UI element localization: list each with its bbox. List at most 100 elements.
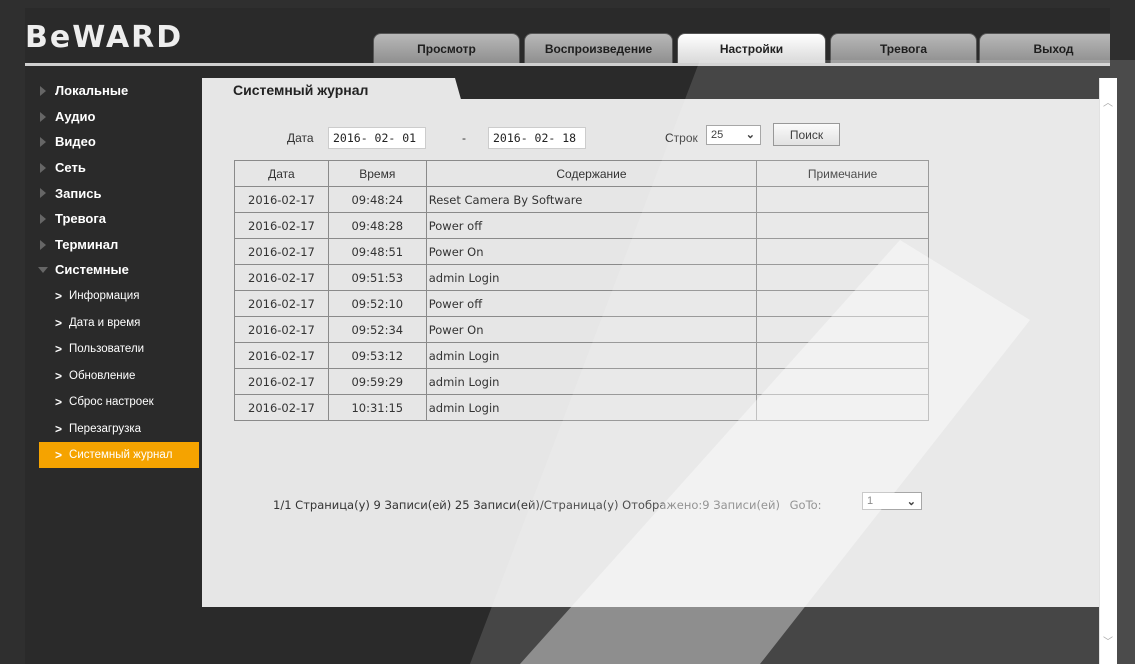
cell-content: admin Login [425,264,758,291]
page-title: Системный журнал [233,82,369,98]
nav-divider [25,63,1110,66]
cell-note [756,394,929,421]
cell-content: admin Login [425,342,758,369]
cell-content: Power off [425,212,758,239]
pagination: 1/1 Страница(у) 9 Записи(ей) 25 Записи(е… [273,498,822,512]
cell-time: 09:53:12 [327,342,427,369]
chevron-down-icon: ⌄ [745,129,755,141]
sidebar-subitem-users[interactable]: > Пользователи [37,336,199,363]
sidebar-item-record[interactable]: Запись [37,180,199,206]
cell-date: 2016-02-17 [234,186,329,213]
sidebar-subitem-label: Сброс настроек [69,396,154,408]
cell-time: 09:52:34 [327,316,427,343]
triangle-right-icon [40,137,46,148]
cell-date: 2016-02-17 [234,316,329,343]
cell-content: admin Login [425,368,758,395]
rows-label: Строк [665,131,698,145]
chevron-right-icon: > [55,289,63,303]
cell-time: 09:59:29 [327,368,427,395]
goto-select[interactable]: 1 ⌄ [862,492,922,510]
cell-time: 09:48:28 [327,212,427,239]
rows-select[interactable]: 25 ⌄ [706,125,761,145]
search-button[interactable]: Поиск [773,123,840,146]
triangle-right-icon [40,86,46,96]
cell-note [756,316,929,343]
cell-time: 09:52:10 [327,290,427,317]
rows-select-value: 25 [711,129,724,141]
date-separator: - [462,131,466,145]
tab-playback[interactable]: Воспроизведение [524,33,673,63]
sidebar-subitem-syslog[interactable]: > Системный журнал [39,441,199,469]
table-row: 2016-02-17 09:48:24 Reset Camera By Softwa… [234,186,929,213]
sidebar-subitem-reset[interactable]: > Сброс настроек [37,389,199,416]
cell-content: admin Login [425,394,758,421]
sidebar-item-label: Терминал [55,236,119,252]
cell-content: Power On [425,316,758,343]
column-header-note: Примечание [756,160,929,187]
cell-note [756,264,929,291]
chevron-right-icon: > [55,448,63,462]
sidebar-item-local[interactable]: Локальные [37,78,199,104]
tab-settings[interactable]: Настройки [677,33,826,63]
sidebar-subitem-update[interactable]: > Обновление [37,362,199,389]
cell-time: 09:48:24 [327,186,427,213]
sidebar-item-alarm[interactable]: Тревога [37,206,199,232]
date-label: Дата [287,131,314,145]
table-row: 2016-02-17 09:59:29 admin Login [234,368,929,395]
cell-time: 09:51:53 [327,264,427,291]
cell-time: 09:48:51 [327,238,427,265]
sidebar-item-terminal[interactable]: Терминал [37,232,199,258]
sidebar-subitem-label: Информация [69,290,140,302]
table-row: 2016-02-17 10:31:15 admin Login [234,394,929,421]
sidebar-item-network[interactable]: Сеть [37,155,199,181]
cell-content: Reset Camera By Software [425,186,758,213]
sidebar-item-label: Сеть [55,160,86,176]
sidebar-item-label: Видео [55,134,96,150]
cell-date: 2016-02-17 [234,342,329,369]
cell-note [756,368,929,395]
sidebar-subitem-label: Обновление [69,369,136,382]
tab-view[interactable]: Просмотр [373,33,520,63]
column-header-content: Содержание [425,160,758,187]
pagination-summary: 1/1 Страница(у) 9 Записи(ей) 25 Записи(е… [273,498,780,512]
sidebar-item-label: Аудио [55,108,96,124]
column-header-time: Время [327,160,427,187]
chevron-up-icon[interactable]: ︿ [1103,94,1113,109]
tab-alarm[interactable]: Тревога [830,33,977,63]
sidebar-subitem-label: Дата и время [69,316,141,329]
cell-date: 2016-02-17 [234,290,329,317]
sidebar-item-video[interactable]: Видео [37,129,199,155]
cell-time: 10:31:15 [327,394,427,421]
cell-note [756,238,929,265]
cell-note [756,290,929,317]
table-row: 2016-02-17 09:48:28 Power off [234,212,929,239]
table-row: 2016-02-17 09:53:12 admin Login [234,342,929,369]
chevron-down-icon[interactable]: ﹀ [1103,633,1113,648]
chevron-right-icon: > [55,342,63,356]
sidebar-item-system[interactable]: Системные [37,257,199,283]
sidebar: Локальные Аудио Видео Сеть Запись Тревог… [37,78,199,469]
cell-content: Power On [425,238,758,265]
sidebar-subitem-reboot[interactable]: > Перезагрузка [37,415,199,442]
vertical-scrollbar[interactable]: ︿ ﹀ [1099,78,1117,664]
triangle-right-icon [40,111,46,122]
cell-date: 2016-02-17 [234,238,329,265]
sidebar-item-label: Запись [55,185,102,201]
chevron-right-icon: > [55,368,63,383]
sidebar-subitem-datetime[interactable]: > Дата и время [37,309,199,336]
chevron-right-icon: > [55,421,63,436]
sidebar-subitem-info[interactable]: > Информация [37,283,199,310]
table-row: 2016-02-17 09:52:10 Power off [234,290,929,317]
tab-exit[interactable]: Выход [979,33,1110,63]
sidebar-item-label: Системные [55,262,129,278]
chevron-right-icon: > [55,315,63,330]
cell-date: 2016-02-17 [234,394,329,421]
sidebar-item-audio[interactable]: Аудио [37,104,199,130]
sidebar-item-label: Локальные [55,83,129,99]
date-to-input[interactable]: 2016- 02- 18 [488,127,586,149]
table-row: 2016-02-17 09:52:34 Power On [234,316,929,343]
date-from-input[interactable]: 2016- 02- 01 [328,127,426,149]
table-row: 2016-02-17 09:48:51 Power On [234,238,929,265]
cell-date: 2016-02-17 [234,212,329,239]
triangle-right-icon [40,239,46,250]
